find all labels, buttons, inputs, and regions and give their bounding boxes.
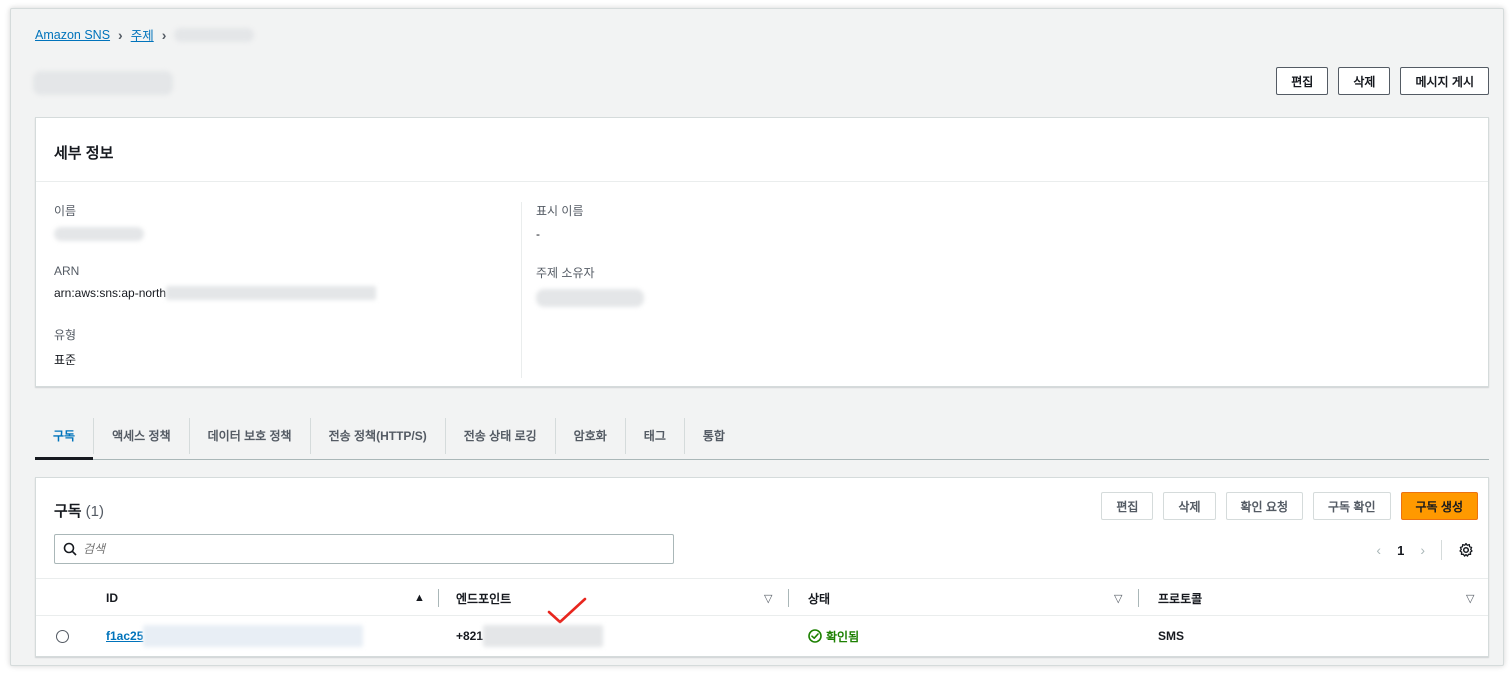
sort-down-icon[interactable]: ▽ bbox=[1466, 579, 1474, 617]
subscription-id-redacted bbox=[143, 625, 364, 647]
column-status[interactable]: 상태 bbox=[808, 579, 830, 617]
display-name-field: 표시 이름 - bbox=[536, 202, 644, 264]
column-id[interactable]: ID bbox=[106, 579, 118, 617]
pagination: ‹ 1 › bbox=[1376, 540, 1474, 560]
column-divider bbox=[521, 202, 522, 378]
endpoint-redacted bbox=[483, 625, 604, 647]
column-status-label: 상태 bbox=[808, 591, 831, 606]
arn-value-redacted bbox=[166, 286, 377, 300]
chevron-right-icon: › bbox=[161, 26, 167, 43]
details-panel: 세부 정보 이름 ARN arn:aws:sns:ap-north 유형 표준 bbox=[35, 117, 1489, 387]
tab-subscriptions[interactable]: 구독 bbox=[35, 418, 94, 460]
column-endpoint-label: 엔드포인트 bbox=[456, 591, 512, 606]
display-name-value: - bbox=[536, 227, 540, 241]
column-divider bbox=[1138, 589, 1139, 607]
subscription-id-link[interactable]: f1ac25 bbox=[106, 629, 143, 643]
subscriptions-panel: 구독 (1) 편집 삭제 확인 요청 구독 확인 구독 생성 ‹ 1 › bbox=[35, 477, 1489, 657]
header-actions: 편집 삭제 메시지 게시 bbox=[1276, 67, 1489, 95]
console-window: Amazon SNS › 주제 › 편집 삭제 메시지 게시 세부 정보 이름 … bbox=[10, 8, 1504, 666]
tab-data-protection-policy[interactable]: 데이터 보호 정책 bbox=[188, 417, 310, 454]
chevron-left-icon[interactable]: ‹ bbox=[1376, 542, 1381, 558]
page-title-redacted bbox=[33, 71, 173, 98]
edit-subscription-button[interactable]: 편집 bbox=[1101, 492, 1154, 520]
delete-topic-button[interactable]: 삭제 bbox=[1338, 67, 1391, 95]
request-confirmation-button[interactable]: 확인 요청 bbox=[1225, 492, 1303, 520]
owner-value-redacted bbox=[536, 289, 644, 307]
protocol-value: SMS bbox=[1158, 629, 1185, 643]
subscriptions-count: (1) bbox=[85, 503, 104, 520]
column-id-label: ID bbox=[106, 591, 118, 605]
details-right-column: 표시 이름 - 주제 소유자 bbox=[536, 202, 644, 326]
status-text: 확인됨 bbox=[826, 629, 860, 644]
column-divider bbox=[438, 589, 439, 607]
check-circle-icon bbox=[808, 629, 822, 643]
publish-message-button[interactable]: 메시지 게시 bbox=[1400, 67, 1489, 95]
subscriptions-title: 구독 bbox=[54, 503, 82, 520]
search-input[interactable] bbox=[83, 542, 643, 556]
details-header: 세부 정보 bbox=[36, 118, 1488, 182]
row-radio-button[interactable] bbox=[56, 629, 69, 643]
subscriptions-heading: 구독 (1) bbox=[54, 500, 104, 521]
type-label: 유형 bbox=[54, 328, 77, 342]
sort-down-icon[interactable]: ▽ bbox=[764, 579, 772, 617]
sort-up-icon[interactable]: ▲ bbox=[414, 579, 425, 617]
column-divider bbox=[788, 589, 789, 607]
topic-tabs: 구독 액세스 정책 데이터 보호 정책 전송 정책(HTTP/S) 전송 상태 … bbox=[35, 412, 1489, 460]
breadcrumb-sns-link[interactable]: Amazon SNS bbox=[35, 28, 110, 42]
confirm-subscription-button[interactable]: 구독 확인 bbox=[1313, 492, 1391, 520]
type-value: 표준 bbox=[54, 353, 77, 367]
table-header: ID ▲ 엔드포인트 ▽ 상태 ▽ 프로토콜 ▽ bbox=[36, 578, 1488, 616]
edit-topic-button[interactable]: 편집 bbox=[1276, 67, 1329, 95]
delete-subscription-button[interactable]: 삭제 bbox=[1163, 492, 1216, 520]
column-protocol[interactable]: 프로토콜 bbox=[1158, 579, 1202, 617]
details-title: 세부 정보 bbox=[54, 145, 114, 162]
pager-divider bbox=[1441, 540, 1442, 560]
tab-encryption[interactable]: 암호화 bbox=[554, 417, 625, 454]
tab-delivery-policy[interactable]: 전송 정책(HTTP/S) bbox=[309, 417, 445, 454]
owner-label: 주제 소유자 bbox=[536, 266, 595, 280]
sort-down-icon[interactable]: ▽ bbox=[1114, 579, 1122, 617]
chevron-right-icon: › bbox=[118, 26, 123, 43]
search-icon bbox=[63, 542, 77, 556]
tab-integrations[interactable]: 통합 bbox=[683, 417, 743, 454]
column-endpoint[interactable]: 엔드포인트 bbox=[456, 579, 511, 617]
arn-field: ARN arn:aws:sns:ap-north bbox=[54, 264, 519, 326]
breadcrumb-topics-link[interactable]: 주제 bbox=[131, 25, 154, 44]
status-badge: 확인됨 bbox=[808, 628, 859, 645]
breadcrumb: Amazon SNS › 주제 › bbox=[35, 25, 255, 44]
arn-value: arn:aws:sns:ap-north bbox=[54, 286, 167, 300]
type-field: 유형 표준 bbox=[54, 326, 519, 388]
tab-access-policy[interactable]: 액세스 정책 bbox=[93, 417, 189, 454]
name-field: 이름 bbox=[54, 202, 519, 264]
search-box bbox=[54, 534, 674, 564]
table-row: f1ac25 +821 확인됨 SMS bbox=[36, 616, 1488, 656]
gear-icon[interactable] bbox=[1458, 542, 1474, 558]
details-left-column: 이름 ARN arn:aws:sns:ap-north 유형 표준 bbox=[54, 202, 519, 388]
name-label: 이름 bbox=[54, 204, 77, 218]
endpoint-value: +821 bbox=[456, 629, 484, 643]
tab-tags[interactable]: 태그 bbox=[624, 417, 684, 454]
owner-field: 주제 소유자 bbox=[536, 264, 644, 326]
tab-delivery-status-logging[interactable]: 전송 상태 로깅 bbox=[444, 417, 555, 454]
column-protocol-label: 프로토콜 bbox=[1158, 591, 1203, 606]
subscriptions-actions: 편집 삭제 확인 요청 구독 확인 구독 생성 bbox=[1101, 492, 1478, 520]
create-subscription-button[interactable]: 구독 생성 bbox=[1400, 492, 1478, 520]
current-page[interactable]: 1 bbox=[1397, 543, 1404, 558]
arn-label: ARN bbox=[54, 264, 80, 278]
display-name-label: 표시 이름 bbox=[536, 204, 584, 218]
breadcrumb-current-redacted bbox=[174, 27, 255, 42]
name-value-redacted bbox=[54, 227, 144, 241]
chevron-right-icon[interactable]: › bbox=[1420, 542, 1425, 558]
